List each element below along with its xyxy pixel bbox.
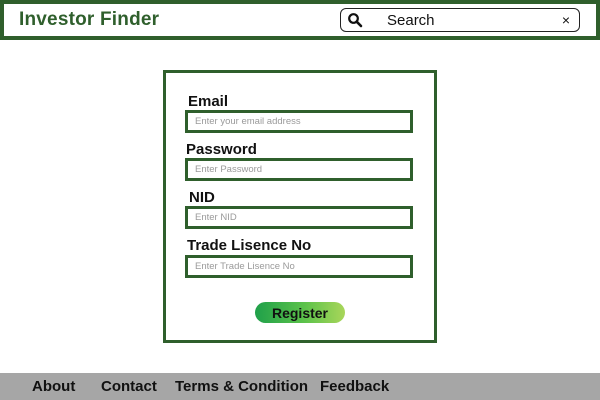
footer-bar: About Contact Terms & Condition Feedback bbox=[0, 373, 600, 400]
close-icon[interactable]: × bbox=[560, 11, 572, 29]
nid-field[interactable] bbox=[185, 206, 413, 229]
footer-link-about[interactable]: About bbox=[32, 378, 75, 395]
brand-title[interactable]: Investor Finder bbox=[19, 9, 159, 31]
search-icon[interactable] bbox=[347, 12, 363, 28]
footer-link-feedback[interactable]: Feedback bbox=[320, 378, 389, 395]
footer-link-contact[interactable]: Contact bbox=[101, 378, 157, 395]
password-label: Password bbox=[186, 141, 257, 158]
password-field[interactable] bbox=[185, 158, 413, 181]
search-bar[interactable]: × bbox=[340, 8, 580, 32]
trade-license-field[interactable] bbox=[185, 255, 413, 278]
top-navbar: Investor Finder × bbox=[0, 0, 600, 40]
trade-license-label: Trade Lisence No bbox=[187, 237, 312, 254]
email-field[interactable] bbox=[185, 110, 413, 133]
register-button[interactable]: Register bbox=[255, 302, 345, 323]
email-label: Email bbox=[188, 93, 229, 110]
footer-link-terms[interactable]: Terms & Condition bbox=[175, 378, 308, 395]
nid-label: NID bbox=[189, 189, 215, 206]
search-input[interactable] bbox=[387, 10, 547, 30]
